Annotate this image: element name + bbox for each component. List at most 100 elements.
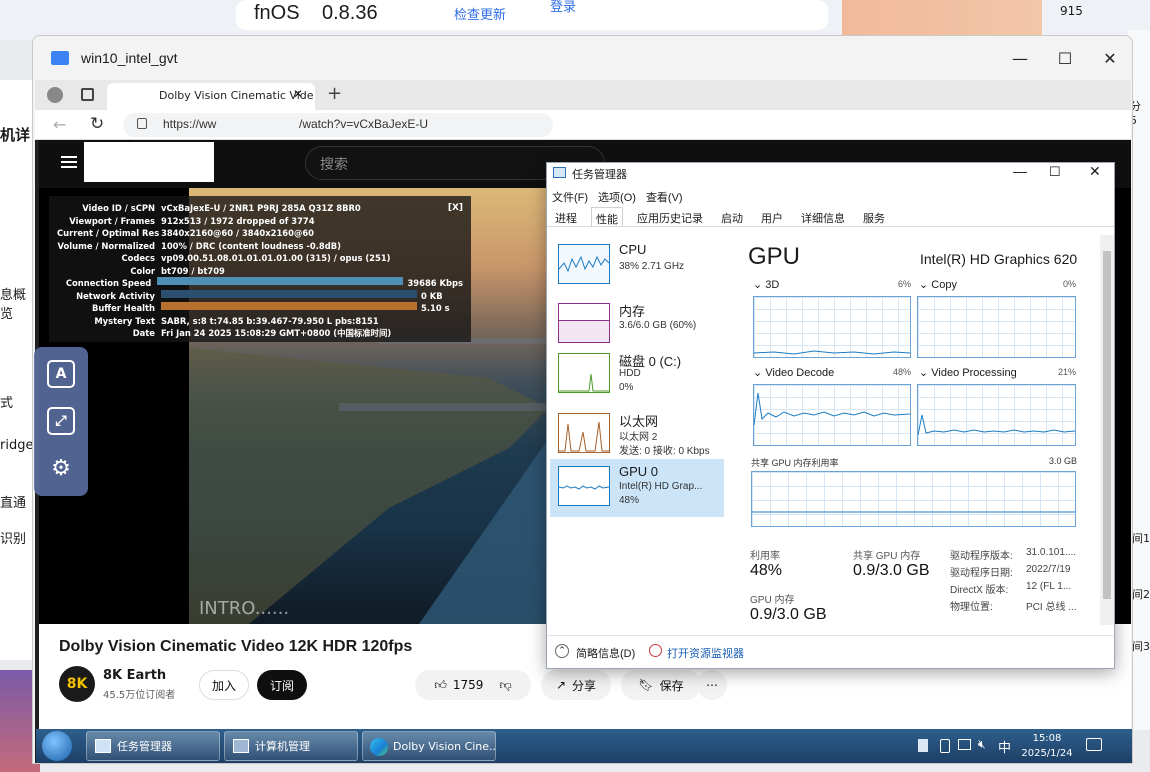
tab-performance[interactable]: 性能 — [591, 207, 623, 226]
tab-actions-icon[interactable] — [81, 88, 94, 101]
usb-icon[interactable] — [940, 739, 950, 753]
tab-close-icon[interactable]: ✕ — [293, 87, 303, 101]
disk-thumbnail — [558, 353, 610, 393]
channel-name[interactable]: 8K Earth — [103, 668, 166, 683]
menu-view[interactable]: 查看(V) — [646, 189, 683, 205]
subscribe-button[interactable]: 订阅 — [257, 670, 307, 700]
url-left: https://ww — [163, 117, 217, 131]
stats-close-button[interactable]: [X] — [448, 202, 463, 215]
stats-row: Buffer Health 5.10 s — [91, 302, 450, 313]
taskbar-item-compmgmt[interactable]: 计算机管理 — [224, 731, 358, 761]
start-button[interactable] — [42, 731, 72, 761]
tab-app-history[interactable]: 应用历史记录 — [633, 207, 707, 226]
check-update-link[interactable]: 检查更新 — [454, 4, 506, 23]
battery-icon[interactable] — [918, 739, 928, 752]
gpu-model: Intel(R) HD Graphics 620 — [920, 251, 1078, 267]
profile-icon[interactable] — [47, 87, 63, 103]
tm-minimize-button[interactable]: — — [1013, 163, 1027, 179]
sidebar-item-gpu[interactable]: GPU 0 Intel(R) HD Grap... 48% — [550, 459, 724, 517]
fewer-details-button[interactable]: 简略信息(D) — [576, 645, 635, 661]
graph-copy — [917, 296, 1076, 358]
keyboard-icon[interactable]: A — [47, 360, 75, 388]
new-tab-button[interactable]: + — [327, 83, 342, 104]
thumbs-up-icon: 👍︎ — [434, 677, 447, 692]
tab-youtube[interactable]: Dolby Vision Cinematic Vide — [107, 83, 315, 110]
tab-title: Dolby Vision Cinematic Vide — [159, 89, 314, 102]
tm-scrollbar[interactable] — [1100, 235, 1114, 625]
back-icon[interactable]: ← — [53, 115, 66, 134]
taskbar-item-taskmgr[interactable]: 任务管理器 — [86, 731, 220, 761]
engine-copy-pct: 0% — [1062, 279, 1076, 289]
engine-3d-label[interactable]: ⌄ 3D — [753, 278, 779, 291]
tab-services[interactable]: 服务 — [859, 207, 889, 226]
open-resource-monitor-link[interactable]: 打开资源监视器 — [667, 645, 744, 661]
channel-avatar[interactable]: 8K — [59, 666, 95, 702]
tab-startup[interactable]: 启动 — [717, 207, 747, 226]
engine-decode-label[interactable]: ⌄ Video Decode — [753, 366, 834, 379]
tab-processes[interactable]: 进程 — [551, 207, 581, 226]
save-button[interactable]: 🔖︎ 保存 — [621, 670, 701, 700]
util-label: 利用率 — [750, 551, 780, 562]
computer-icon — [233, 739, 249, 753]
guest-taskbar: 任务管理器 计算机管理 Dolby Vision Cine... 🔇︎ 中 15… — [36, 729, 1132, 763]
sidebar-item-disk[interactable]: 磁盘 0 (C:) HDD 0% — [550, 346, 724, 404]
thumbs-down-icon[interactable]: 👎︎ — [489, 678, 511, 693]
maximize-button[interactable]: ☐ — [1042, 36, 1088, 80]
login-link[interactable]: 登录 — [550, 0, 576, 15]
share-button[interactable]: ↗ 分享 — [541, 670, 611, 700]
network-icon[interactable] — [958, 739, 971, 750]
notification-icon[interactable] — [1086, 738, 1102, 751]
stats-row: Connection Speed 39686 Kbps — [65, 277, 463, 288]
browser-tabstrip: Dolby Vision Cinematic Vide ✕ + — [35, 80, 1131, 110]
directx-value: 12 (FL 1... — [1026, 581, 1072, 592]
fullscreen-icon[interactable]: ⤢ — [47, 407, 75, 435]
intro-watermark: INTRO...... — [199, 598, 290, 619]
menu-options[interactable]: 选项(O) — [598, 189, 636, 205]
stats-row: Network Activity 0 KB — [76, 289, 443, 301]
vm-titlebar: win10_intel_gvt — [33, 36, 1132, 80]
sidebar-item-cpu[interactable]: CPU 38% 2.71 GHz — [550, 237, 724, 295]
tab-details[interactable]: 详细信息 — [797, 207, 849, 226]
engine-processing-label[interactable]: ⌄ Video Processing — [919, 366, 1017, 379]
address-bar[interactable]: https://ww /watch?v=vCxBaJexE-U — [123, 113, 553, 137]
host-left-label: 机详 — [0, 126, 31, 144]
taskbar-item-edge[interactable]: Dolby Vision Cine... — [362, 731, 496, 761]
host-left-label: 式 — [0, 396, 14, 411]
menu-file[interactable]: 文件(F) — [552, 189, 588, 205]
gpu-mem-label: GPU 内存 — [750, 595, 795, 606]
taskmgr-icon — [95, 739, 111, 753]
volume-muted-icon[interactable]: 🔇︎ — [978, 737, 986, 752]
browser-toolbar: ← ↻ https://ww /watch?v=vCxBaJexE-U — [35, 110, 1131, 140]
tm-maximize-button[interactable]: ☐ — [1049, 164, 1061, 180]
like-button[interactable]: 👍︎ 1759 👎︎ — [415, 670, 531, 700]
directx-label: DirectX 版本: — [950, 585, 1009, 596]
driver-version-value: 31.0.101.... — [1026, 547, 1077, 558]
tm-close-button[interactable]: ✕ — [1089, 163, 1101, 180]
minimize-button[interactable]: — — [997, 36, 1043, 80]
ime-indicator[interactable]: 中 — [998, 737, 1011, 756]
stats-row: Current / Optimal Res 3840x2160@60 / 3840… — [57, 228, 314, 238]
stats-for-nerds-panel: [X] Video ID / sCPN vCxBaJexE-U / 2NR1 P9… — [49, 196, 471, 342]
driver-version-label: 驱动程序版本: — [950, 551, 1013, 562]
tm-tabs: 进程 性能 应用历史记录 启动 用户 详细信息 服务 — [547, 207, 1114, 227]
join-button[interactable]: 加入 — [199, 670, 249, 700]
gear-icon[interactable]: ⚙ — [47, 454, 75, 482]
menu-icon[interactable] — [61, 156, 77, 158]
chevron-up-icon[interactable]: ⌃ — [555, 644, 569, 658]
engine-copy-label[interactable]: ⌄ Copy — [919, 278, 957, 291]
sidebar-item-ethernet[interactable]: 以太网 以太网 2 发送: 0 接收: 0 Kbps — [550, 406, 724, 464]
refresh-icon[interactable]: ↻ — [90, 114, 104, 134]
engine-3d-pct: 6% — [897, 279, 911, 289]
network-bar — [161, 289, 417, 298]
tab-users[interactable]: 用户 — [757, 207, 787, 226]
more-actions-button[interactable]: ⋯ — [697, 670, 727, 700]
shared-gpu-mem-label: 共享 GPU 内存利用率 — [751, 458, 839, 468]
monitor-icon — [51, 51, 69, 65]
util-value: 48% — [750, 562, 783, 579]
host-peach-panel — [842, 0, 1042, 36]
clock[interactable]: 15:08 2025/1/24 — [1016, 731, 1078, 761]
host-top-number: 915 — [1060, 4, 1083, 18]
resource-monitor-icon — [649, 644, 662, 657]
close-button[interactable]: ✕ — [1087, 36, 1132, 80]
gpu-mem-value: 0.9/3.0 GB — [750, 606, 827, 623]
